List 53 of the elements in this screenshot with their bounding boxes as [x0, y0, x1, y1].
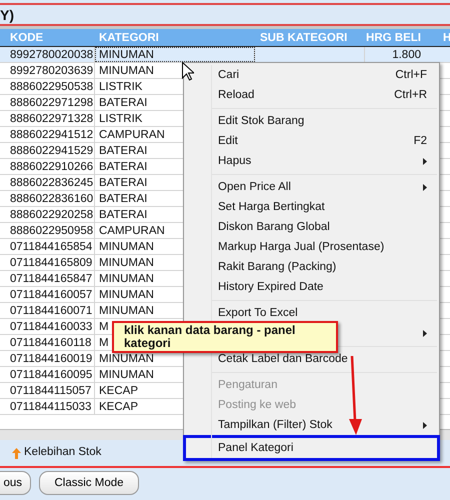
- legend-label: Kelebihan Stok: [24, 445, 102, 460]
- table-cell: 0711844160071: [10, 305, 92, 317]
- table-cell: CAMPURAN: [99, 129, 165, 141]
- table-cell: KECAP: [99, 401, 138, 413]
- table-cell: MINUMAN: [99, 273, 154, 285]
- table-cell: MINUMAN: [99, 353, 154, 365]
- table-cell: CAMPURAN: [99, 225, 165, 237]
- table-cell: 8886022971298: [10, 97, 94, 109]
- table-cell: MINUMAN: [99, 305, 154, 317]
- table-cell: BATERAI: [99, 193, 148, 205]
- table-cell: MINUMAN: [99, 257, 154, 269]
- table-cell: 0711844115057: [10, 385, 92, 397]
- table-cell: 8886022950958: [10, 225, 94, 237]
- shortcut-label: Ctrl+R: [394, 88, 427, 103]
- table-cell: MINUMAN: [99, 289, 154, 301]
- callout-tooltip: klik kanan data barang - panel kategori: [112, 321, 338, 353]
- table-cell: MINUMAN: [99, 241, 154, 253]
- table-cell: BATERAI: [99, 209, 148, 221]
- table-cell: BATERAI: [99, 97, 148, 109]
- table-cell: 8992780203639: [10, 65, 94, 77]
- table-cell: LISTRIK: [99, 113, 142, 125]
- table-cell: 0711844165809: [10, 257, 92, 269]
- table-cell: 0711844160118: [10, 337, 92, 349]
- table-cell: MINUMAN: [99, 49, 154, 61]
- table-cell: 8886022971328: [10, 113, 94, 125]
- table-cell: 1.800: [392, 49, 421, 61]
- table-cell: 8886022836245: [10, 177, 94, 189]
- table-cell: 8886022910266: [10, 161, 94, 173]
- table-cell: BATERAI: [99, 177, 148, 189]
- table-cell: 0711844115033: [10, 401, 92, 413]
- table-cell: 0711844160033: [10, 321, 92, 333]
- table-cell: BATERAI: [99, 145, 148, 157]
- shortcut-label: F2: [414, 134, 427, 149]
- table-cell: 8886022920258: [10, 209, 94, 221]
- shortcut-label: Ctrl+F: [395, 68, 427, 83]
- table-cell: 8886022941529: [10, 145, 94, 157]
- table-cell: 0711844165847: [10, 273, 92, 285]
- table-cell: 0711844165854: [10, 241, 92, 253]
- window-title: Y): [0, 7, 14, 23]
- table-cell: 0711844160019: [10, 353, 92, 365]
- table-cell: 8992780020038: [10, 49, 94, 61]
- table-cell: 0711844160057: [10, 289, 92, 301]
- table-cell: KECAP: [99, 385, 138, 397]
- table-cell: 8886022950538: [10, 81, 94, 93]
- table-cell: M: [99, 337, 109, 349]
- table-cell: 0711844160095: [10, 369, 92, 381]
- table-cell: BATERAI: [99, 161, 148, 173]
- table-cell: MINUMAN: [99, 65, 154, 77]
- table-cell: MINUMAN: [99, 369, 154, 381]
- table-cell: 8886022836160: [10, 193, 94, 205]
- table-cell: 8886022941512: [10, 129, 94, 141]
- table-cell: M: [99, 321, 109, 333]
- table-cell: LISTRIK: [99, 81, 142, 93]
